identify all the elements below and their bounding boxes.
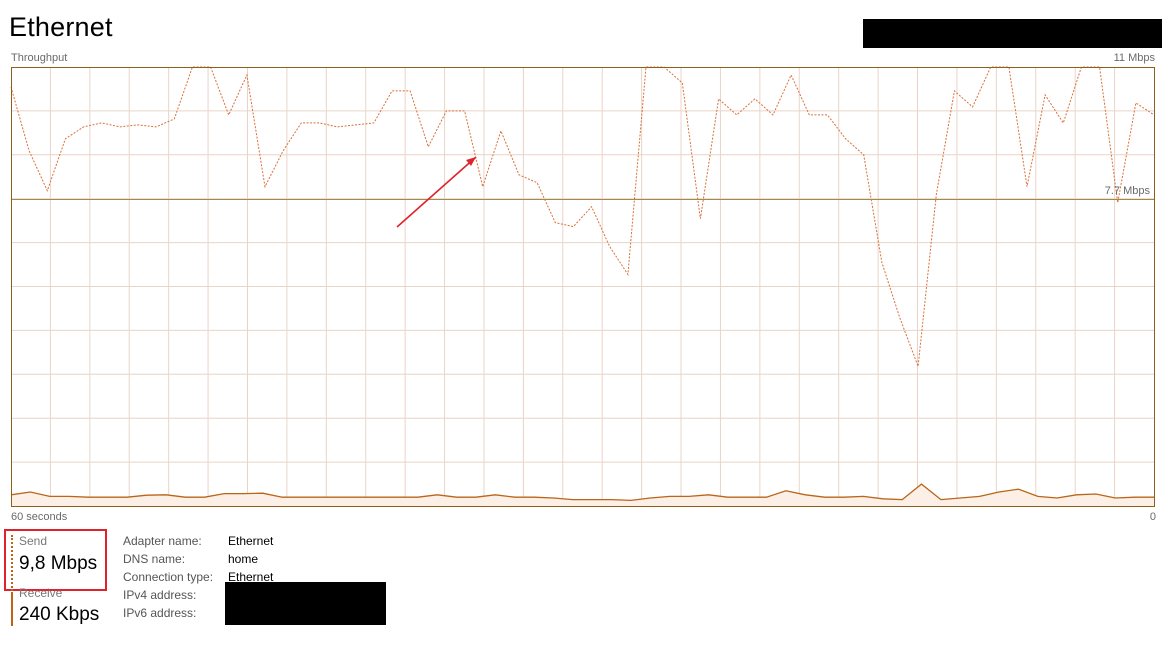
mid-scale-label: 7.7 Mbps [1105, 185, 1151, 197]
receive-value: 240 Kbps [19, 604, 100, 625]
receive-area [11, 484, 1154, 506]
send-value: 9,8 Mbps [19, 553, 98, 574]
send-line [10, 66, 1155, 367]
redacted-address-block [225, 582, 386, 625]
ipv4-address-label: IPv4 address: [123, 588, 197, 602]
annotation-arrow [396, 156, 477, 228]
receive-label: Receive [19, 586, 63, 600]
adapter-name-value: Ethernet [228, 534, 274, 548]
send-indicator [11, 535, 13, 591]
dns-name-label: DNS name: [123, 552, 186, 566]
receive-indicator [11, 592, 13, 626]
send-label: Send [19, 534, 48, 548]
adapter-name-label: Adapter name: [123, 534, 202, 548]
dns-name-value: home [228, 552, 259, 566]
connection-type-label: Connection type: [123, 570, 214, 584]
ipv6-address-label: IPv6 address: [123, 606, 197, 620]
graph-grid [11, 67, 1154, 506]
